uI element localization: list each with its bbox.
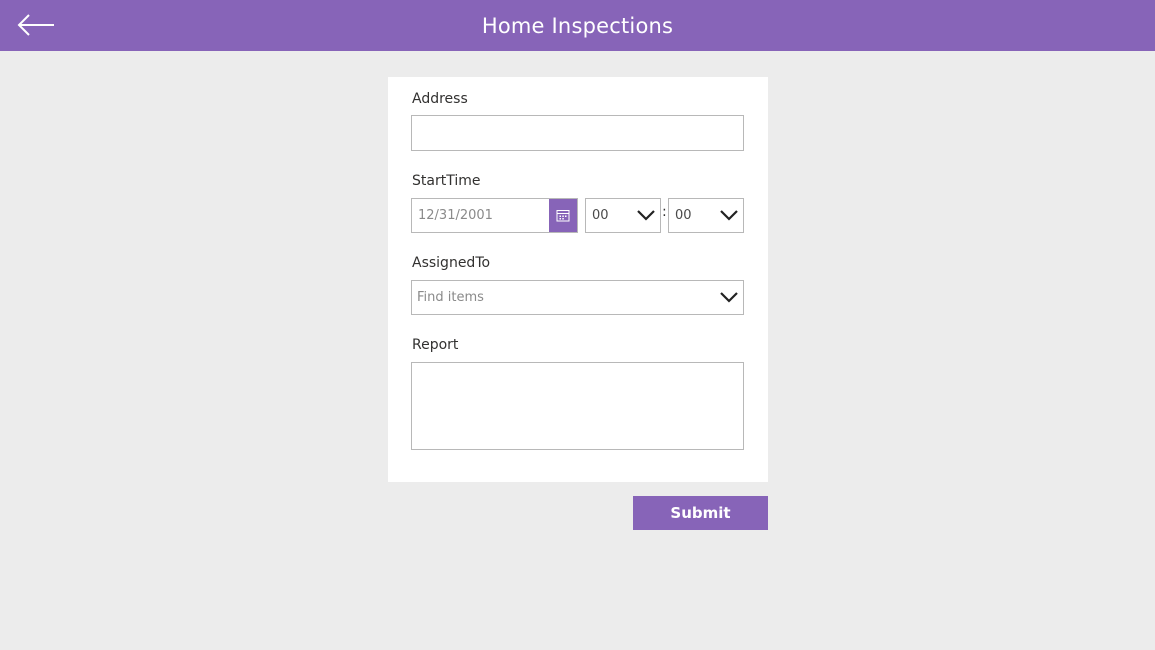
back-button[interactable] <box>14 8 58 42</box>
assigned-to-combobox[interactable]: Find items <box>411 280 744 315</box>
time-separator: : <box>662 204 667 220</box>
address-input[interactable] <box>411 115 744 151</box>
hour-dropdown[interactable]: 00 <box>585 198 661 233</box>
page-title: Home Inspections <box>481 13 674 38</box>
report-textarea[interactable] <box>411 362 744 450</box>
report-label: Report <box>412 337 459 353</box>
date-value: 12/31/2001 <box>418 208 493 223</box>
assigned-to-placeholder: Find items <box>417 290 484 305</box>
app-header: Home Inspections <box>0 0 1155 51</box>
address-label: Address <box>412 91 468 107</box>
chevron-down-icon <box>720 210 738 221</box>
hour-value: 00 <box>592 208 609 223</box>
submit-button[interactable]: Submit <box>633 496 768 530</box>
minute-value: 00 <box>675 208 692 223</box>
chevron-down-icon <box>637 210 655 221</box>
assigned-to-label: AssignedTo <box>412 255 491 271</box>
date-picker[interactable]: 12/31/2001 <box>411 198 578 233</box>
arrow-left-icon <box>17 14 54 36</box>
start-time-label: StartTime <box>412 173 481 189</box>
form-card: Address StartTime 12/31/2001 00 : 00 Ass… <box>388 77 768 482</box>
calendar-icon <box>556 210 570 222</box>
chevron-down-icon <box>720 292 738 303</box>
minute-dropdown[interactable]: 00 <box>668 198 744 233</box>
calendar-button[interactable] <box>549 199 577 232</box>
